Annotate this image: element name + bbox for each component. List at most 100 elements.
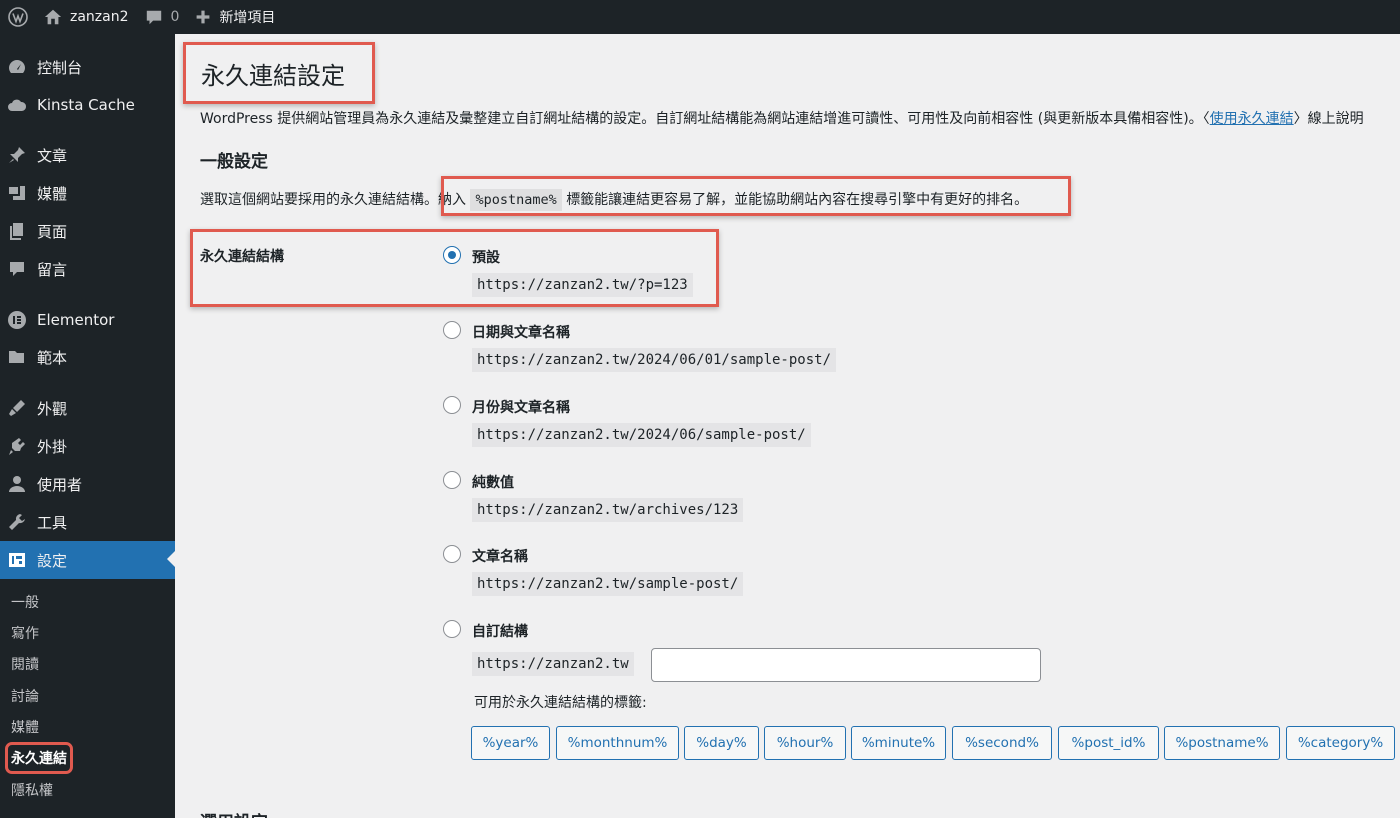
plus-icon	[197, 10, 210, 24]
pin-icon	[7, 145, 27, 165]
page-title: 永久連結設定	[201, 62, 345, 90]
sidebar-item-comments[interactable]: 留言	[0, 251, 175, 287]
radio-custom[interactable]	[443, 620, 461, 638]
sidebar-item-label: Kinsta Cache	[37, 96, 135, 114]
sidebar-item-posts[interactable]: 文章	[0, 137, 175, 173]
custom-structure-input[interactable]	[651, 648, 1041, 682]
option-label: 純數值	[472, 475, 514, 491]
submenu-label: 永久連結	[5, 742, 73, 774]
sidebar-item-tools[interactable]: 工具	[0, 504, 175, 540]
option-example-url: https://zanzan2.tw/sample-post/	[472, 572, 744, 596]
tag-button-minute[interactable]: %minute%	[851, 726, 946, 760]
option-example-url: https://zanzan2.tw/archives/123	[472, 498, 744, 522]
radio-numeric[interactable]	[443, 471, 461, 489]
media-icon	[7, 183, 27, 203]
sidebar-item-label: 文章	[37, 146, 68, 165]
option-example-url: https://zanzan2.tw/2024/06/sample-post/	[472, 423, 811, 447]
radio-default[interactable]	[443, 246, 461, 264]
tag-button-monthnum[interactable]: %monthnum%	[556, 726, 679, 760]
elementor-icon	[7, 310, 27, 330]
sidebar-item-label: 設定	[37, 551, 68, 570]
submenu-item-general[interactable]: 一般	[0, 587, 175, 617]
submenu-item-reading[interactable]: 閱讀	[0, 649, 175, 679]
submenu-item-writing[interactable]: 寫作	[0, 618, 175, 648]
sidebar-item-label: 工具	[37, 513, 68, 532]
section-optional-title: 選用設定	[200, 808, 268, 818]
tag-button-year[interactable]: %year%	[471, 726, 550, 760]
submenu-label: 討論	[11, 689, 39, 705]
sidebar-item-users[interactable]: 使用者	[0, 466, 175, 502]
sidebar-item-appearance[interactable]: 外觀	[0, 390, 175, 426]
sidebar-item-label: 外觀	[37, 399, 68, 418]
option-label: 自訂結構	[472, 624, 528, 640]
sidebar-item-elementor[interactable]: Elementor	[0, 302, 175, 338]
site-name-link[interactable]: zanzan2	[36, 0, 137, 34]
sidebar-item-templates[interactable]: 範本	[0, 339, 175, 375]
sidebar-item-label: Elementor	[37, 311, 115, 329]
wordpress-logo-icon[interactable]	[0, 0, 36, 34]
desc-include: 納入	[438, 192, 466, 208]
comment-bubble-icon	[146, 10, 161, 25]
settings-icon	[7, 550, 27, 570]
submenu-item-privacy[interactable]: 隱私權	[0, 775, 175, 805]
home-icon	[44, 9, 62, 25]
sidebar-item-settings[interactable]: 設定	[0, 541, 175, 579]
available-tags-label: 可用於永久連結結構的標籤:	[474, 695, 647, 711]
sidebar-item-label: 控制台	[37, 58, 83, 77]
submenu-item-discussion[interactable]: 討論	[0, 681, 175, 711]
site-name-label: zanzan2	[70, 9, 129, 25]
tag-button-post-id[interactable]: %post_id%	[1058, 726, 1159, 760]
user-icon	[7, 474, 27, 494]
sidebar-item-label: 頁面	[37, 222, 68, 241]
sidebar-item-media[interactable]: 媒體	[0, 175, 175, 211]
using-permalinks-link[interactable]: 使用永久連結	[1210, 111, 1294, 127]
permalink-structure-label: 永久連結結構	[200, 249, 284, 265]
intro-text-body: WordPress 提供網站管理員為永久連結及彙整建立自訂網址結構的設定。自訂網…	[200, 111, 1210, 127]
option-label: 文章名稱	[472, 549, 528, 565]
option-label: 日期與文章名稱	[472, 325, 570, 341]
plugin-icon	[7, 436, 27, 456]
radio-day-name[interactable]	[443, 321, 461, 339]
desc-before: 選取這個網站要採用的永久連結結構。	[200, 192, 438, 208]
sidebar-item-label: 範本	[37, 348, 68, 367]
section-general-title: 一般設定	[200, 152, 268, 172]
comments-link[interactable]: 0	[137, 0, 188, 34]
dashboard-icon	[7, 57, 27, 77]
page-icon	[7, 221, 27, 241]
tag-button-hour[interactable]: %hour%	[764, 726, 846, 760]
tag-button-postname[interactable]: %postname%	[1164, 726, 1280, 760]
intro-text-after: 〉線上說明	[1293, 111, 1364, 127]
submenu-label: 一般	[11, 595, 39, 611]
sidebar-item-kinsta-cache[interactable]: Kinsta Cache	[0, 87, 175, 123]
sidebar-item-label: 外掛	[37, 437, 68, 456]
tag-button-category[interactable]: %category%	[1286, 726, 1395, 760]
sidebar-item-dashboard[interactable]: 控制台	[0, 49, 175, 85]
admin-bar: zanzan2 0 新增項目	[0, 0, 1400, 34]
option-example-url: https://zanzan2.tw/?p=123	[472, 273, 693, 297]
tag-button-day[interactable]: %day%	[684, 726, 759, 760]
wrench-icon	[7, 512, 27, 532]
submenu-item-media[interactable]: 媒體	[0, 712, 175, 742]
sidebar-item-plugins[interactable]: 外掛	[0, 428, 175, 464]
custom-base-url: https://zanzan2.tw	[472, 652, 634, 676]
submenu-label: 媒體	[11, 720, 39, 736]
sidebar-item-label: 留言	[37, 260, 68, 279]
option-label: 月份與文章名稱	[472, 400, 570, 416]
postname-code: %postname%	[470, 189, 562, 211]
sidebar-item-label: 使用者	[37, 475, 83, 494]
intro-text: WordPress 提供網站管理員為永久連結及彙整建立自訂網址結構的設定。自訂網…	[200, 108, 1364, 128]
comment-icon	[7, 259, 27, 279]
option-example-url: https://zanzan2.tw/2024/06/01/sample-pos…	[472, 348, 837, 372]
sidebar-item-pages[interactable]: 頁面	[0, 213, 175, 249]
new-content-link[interactable]: 新增項目	[187, 0, 283, 34]
submenu-item-permalinks[interactable]: 永久連結	[0, 742, 175, 774]
new-content-label: 新增項目	[219, 10, 276, 26]
admin-sidebar: 控制台 Kinsta Cache 文章 媒體 頁面 留言 Elementor 範…	[0, 34, 175, 818]
structure-description: 選取這個網站要採用的永久連結結構。納入 %postname% 標籤能讓連結更容易…	[200, 189, 1028, 211]
cloud-icon	[7, 95, 27, 115]
radio-month-name[interactable]	[443, 396, 461, 414]
submenu-label: 隱私權	[11, 783, 53, 799]
tag-button-second[interactable]: %second%	[952, 726, 1052, 760]
radio-post-name[interactable]	[443, 545, 461, 563]
folder-icon	[7, 347, 27, 367]
